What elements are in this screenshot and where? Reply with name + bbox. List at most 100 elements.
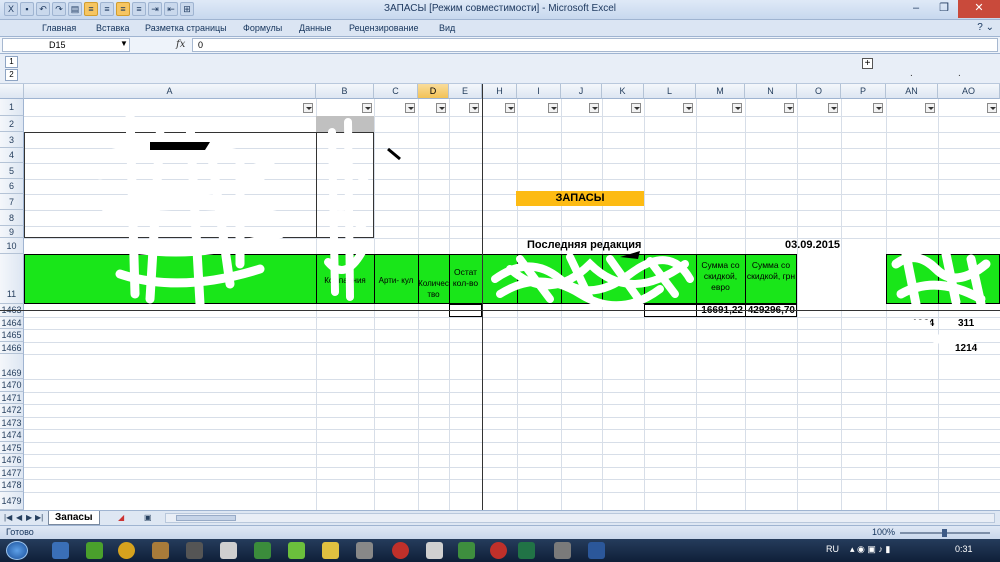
row-header[interactable]: 2 (0, 116, 24, 132)
insert-sheet-icon[interactable]: ▣ (144, 513, 152, 522)
row-header[interactable]: 1475 (0, 442, 24, 454)
column-header-ao[interactable]: AO (938, 84, 1000, 99)
filter-dropdown[interactable] (828, 103, 838, 113)
row-header[interactable]: 1473 (0, 417, 24, 429)
filter-dropdown[interactable] (631, 103, 641, 113)
row-header[interactable]: 10 (0, 238, 24, 254)
outline-level-1[interactable]: 1 (5, 56, 18, 68)
column-header-an[interactable]: AN (886, 84, 938, 99)
row-header[interactable]: 1 (0, 99, 24, 116)
opera-icon[interactable] (490, 542, 507, 559)
filter-dropdown[interactable] (505, 103, 515, 113)
taskbar-app-icon[interactable] (288, 542, 305, 559)
row-header[interactable]: 1479 (0, 492, 24, 510)
start-button[interactable] (6, 541, 28, 560)
spreadsheet-grid[interactable]: A B C D E H I J K L M N O P AN AO 1 2 3 … (0, 84, 1000, 510)
column-header-p[interactable]: P (841, 84, 886, 99)
filter-dropdown[interactable] (732, 103, 742, 113)
column-header-h[interactable]: H (483, 84, 517, 99)
redacted-sheet-tab[interactable]: ◢ (118, 513, 124, 522)
taskbar-app-icon[interactable] (52, 542, 69, 559)
row-header[interactable]: 7 (0, 194, 24, 210)
filter-dropdown[interactable] (925, 103, 935, 113)
zoom-slider[interactable] (900, 529, 990, 537)
row-header[interactable]: 1466 (0, 342, 24, 354)
column-header-n[interactable]: N (745, 84, 797, 99)
row-header[interactable]: 1464 (0, 317, 24, 329)
column-header-b[interactable]: B (316, 84, 374, 99)
tab-page-layout[interactable]: Разметка страницы (145, 23, 227, 33)
close-button[interactable]: ✕ (958, 0, 1000, 18)
taskbar-app-icon[interactable] (458, 542, 475, 559)
name-box[interactable]: D15 (2, 38, 130, 52)
filter-dropdown[interactable] (303, 103, 313, 113)
tab-review[interactable]: Рецензирование (349, 23, 419, 33)
horizontal-scrollbar[interactable] (165, 513, 995, 523)
row-header[interactable]: 1472 (0, 404, 24, 417)
first-sheet-icon[interactable]: |◀ (4, 513, 12, 522)
taskbar-app-icon[interactable] (86, 542, 103, 559)
filter-dropdown[interactable] (873, 103, 883, 113)
taskbar-app-icon[interactable] (554, 542, 571, 559)
filter-dropdown[interactable] (987, 103, 997, 113)
prev-sheet-icon[interactable]: ◀ (16, 513, 22, 522)
last-sheet-icon[interactable]: ▶| (35, 513, 43, 522)
minimize-button[interactable]: – (902, 0, 930, 18)
word-taskbar-icon[interactable] (588, 542, 605, 559)
restore-button[interactable]: ❐ (930, 0, 958, 18)
tab-home[interactable]: Главная (42, 23, 76, 33)
row-header[interactable]: 4 (0, 148, 24, 163)
row-header[interactable]: 1476 (0, 454, 24, 467)
column-header-k[interactable]: K (602, 84, 644, 99)
row-header[interactable]: 1474 (0, 429, 24, 442)
column-header-o[interactable]: O (797, 84, 841, 99)
taskbar-app-icon[interactable] (254, 542, 271, 559)
row-header[interactable]: 1477 (0, 467, 24, 479)
opera-icon[interactable] (392, 542, 409, 559)
row-header[interactable]: 11 (0, 254, 24, 304)
excel-taskbar-icon[interactable] (518, 542, 535, 559)
tab-insert[interactable]: Вставка (96, 23, 129, 33)
filter-dropdown[interactable] (436, 103, 446, 113)
formula-input[interactable]: 0 (192, 38, 998, 52)
column-header-m[interactable]: M (696, 84, 745, 99)
row-header[interactable]: 1478 (0, 479, 24, 492)
row-header[interactable]: 1470 (0, 379, 24, 392)
taskbar-app-icon[interactable] (220, 542, 237, 559)
select-all-corner[interactable] (0, 84, 24, 99)
sheet-tab-active[interactable]: Запасы (48, 511, 100, 525)
row-header[interactable]: 9 (0, 226, 24, 238)
filter-dropdown[interactable] (405, 103, 415, 113)
filter-dropdown[interactable] (784, 103, 794, 113)
tab-formulas[interactable]: Формулы (243, 23, 282, 33)
taskbar-app-icon[interactable] (152, 542, 169, 559)
name-box-dropdown-icon[interactable]: ▼ (120, 39, 128, 48)
row-header[interactable]: 1465 (0, 329, 24, 342)
column-header-d[interactable]: D (418, 84, 449, 99)
zoom-level[interactable]: 100% (872, 527, 895, 537)
help-icon[interactable]: ? ⌄ (977, 22, 994, 33)
filter-dropdown[interactable] (548, 103, 558, 113)
row-header[interactable]: 5 (0, 163, 24, 179)
taskbar-app-icon[interactable] (356, 542, 373, 559)
fx-icon[interactable]: fx (176, 39, 185, 50)
filter-dropdown[interactable] (589, 103, 599, 113)
outline-level-2[interactable]: 2 (5, 69, 18, 81)
column-header-e[interactable]: E (449, 84, 482, 99)
filter-dropdown[interactable] (469, 103, 479, 113)
row-header[interactable]: 1469 (0, 354, 24, 379)
taskbar-app-icon[interactable] (426, 542, 443, 559)
filter-dropdown[interactable] (683, 103, 693, 113)
language-indicator[interactable]: RU (826, 544, 839, 554)
taskbar-app-icon[interactable] (322, 542, 339, 559)
expand-group-button[interactable]: + (862, 58, 873, 69)
tab-view[interactable]: Вид (439, 23, 455, 33)
tab-data[interactable]: Данные (299, 23, 332, 33)
row-header[interactable]: 8 (0, 210, 24, 226)
column-header-c[interactable]: C (374, 84, 418, 99)
clock[interactable]: 0:31 (955, 544, 973, 554)
taskbar-app-icon[interactable] (186, 542, 203, 559)
row-header[interactable]: 1471 (0, 392, 24, 404)
column-header-l[interactable]: L (644, 84, 696, 99)
row-header[interactable]: 6 (0, 179, 24, 194)
